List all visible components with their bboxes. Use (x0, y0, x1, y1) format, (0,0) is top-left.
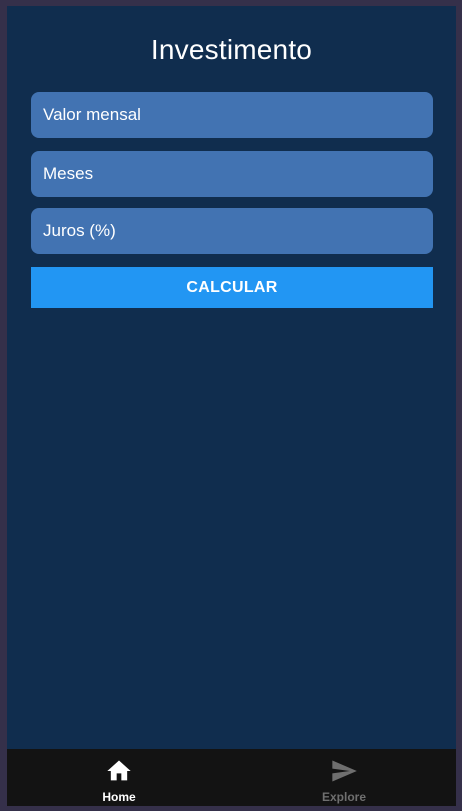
juros-field[interactable] (31, 208, 433, 254)
juros-input[interactable] (43, 208, 421, 254)
app-screen: Investimento CALCULAR Home Explore (7, 6, 456, 806)
bottom-tab-bar: Home Explore (7, 749, 456, 806)
meses-input[interactable] (43, 151, 421, 197)
tab-explore[interactable]: Explore (232, 749, 456, 806)
tab-home[interactable]: Home (7, 749, 231, 806)
send-icon (332, 760, 357, 782)
calculate-button[interactable]: CALCULAR (31, 267, 433, 308)
meses-field[interactable] (31, 151, 433, 197)
page-title: Investimento (150, 34, 313, 65)
home-icon (107, 760, 131, 781)
tab-explore-label: Explore (321, 790, 366, 804)
tab-home-label: Home (102, 790, 136, 804)
valor-mensal-field[interactable] (31, 92, 433, 138)
valor-mensal-input[interactable] (43, 92, 421, 138)
window-frame: Investimento CALCULAR Home Explore (0, 0, 462, 811)
